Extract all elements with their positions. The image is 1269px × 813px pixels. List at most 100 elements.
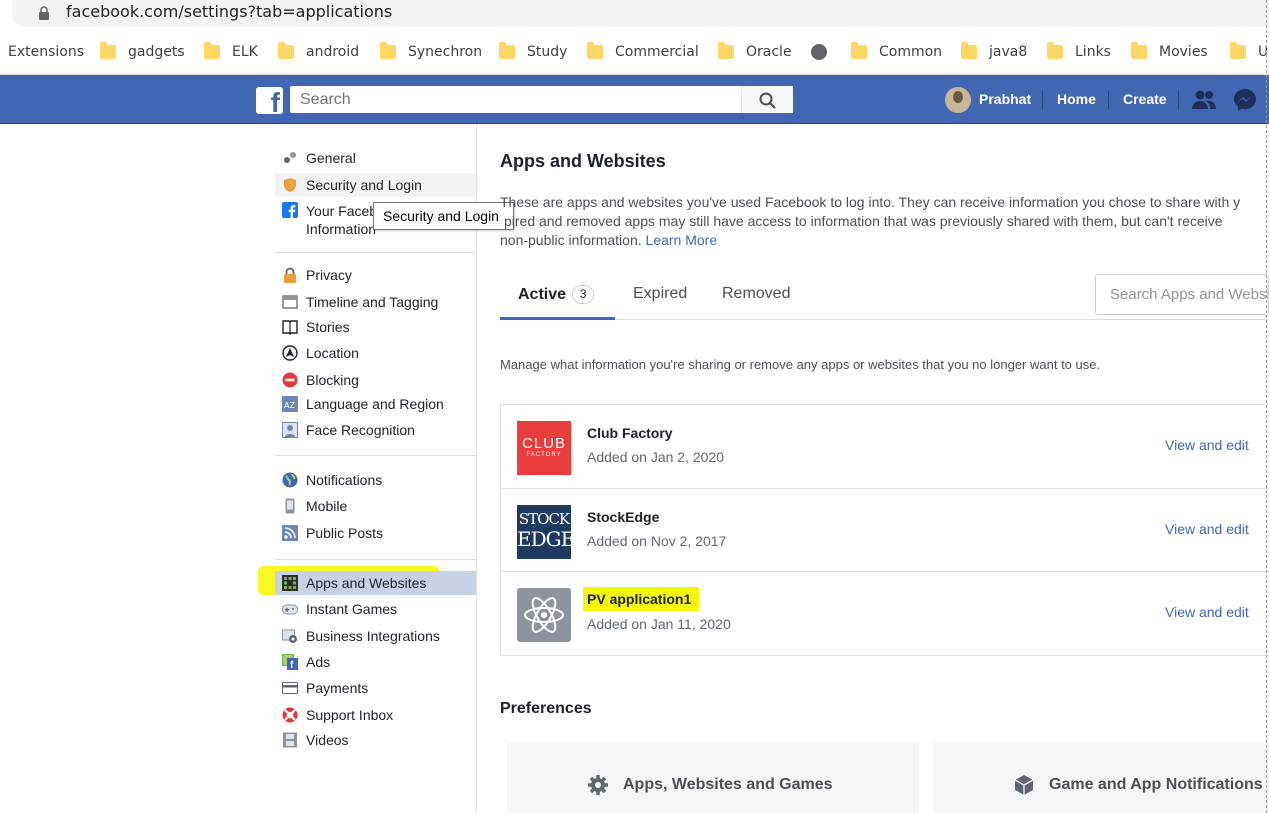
- bookmark-label: android: [306, 44, 360, 60]
- pref-card-game-app-notifications[interactable]: Game and App Notifications: [933, 743, 1269, 813]
- page-description: These are apps and websites you've used …: [500, 193, 1269, 250]
- credit-card-icon: [282, 682, 298, 694]
- preferences-heading: Preferences: [500, 700, 592, 717]
- friends-icon[interactable]: [1192, 89, 1216, 111]
- bookmark-gadgets[interactable]: gadgets: [100, 41, 185, 63]
- sidebar-item-instant-games[interactable]: Instant Games: [275, 597, 476, 621]
- globe-icon: [811, 44, 827, 60]
- lifebuoy-icon: [282, 707, 298, 723]
- bookmark-label: Commercial: [615, 44, 699, 60]
- bookmark-movies[interactable]: Movies: [1131, 41, 1208, 63]
- folder-icon: [499, 42, 515, 59]
- tab-label: Active: [518, 286, 567, 303]
- view-edit-link[interactable]: View and edit: [1165, 604, 1249, 620]
- learn-more-link[interactable]: Learn More: [646, 232, 718, 248]
- nav-divider: [1042, 91, 1043, 109]
- create-link[interactable]: Create: [1123, 91, 1167, 107]
- folder-icon: [100, 42, 116, 59]
- sidebar-item-label: Videos: [306, 732, 349, 748]
- sidebar-item-business-integrations[interactable]: Business Integrations: [275, 624, 476, 648]
- view-edit-link[interactable]: View and edit: [1165, 437, 1249, 453]
- app-name-highlighted: PV application1: [587, 591, 692, 607]
- list-item: PV application1 Added on Jan 11, 2020 Vi…: [501, 571, 1269, 654]
- view-edit-link[interactable]: View and edit: [1165, 521, 1249, 537]
- browser-address-bar: facebook.com/settings?tab=applications: [0, 0, 1269, 29]
- sidebar-item-label: Apps and Websites: [306, 575, 427, 591]
- search-input[interactable]: [290, 86, 742, 113]
- bookmark-label: ELK: [232, 44, 258, 60]
- main-content: Apps and Websites These are apps and web…: [477, 124, 1269, 813]
- pref-card-label: Game and App Notifications: [1013, 774, 1263, 796]
- gamepad-icon: [282, 604, 298, 615]
- pref-card-label: Apps, Websites and Games: [587, 774, 833, 796]
- sidebar-item-videos[interactable]: Videos: [275, 728, 476, 752]
- lock-icon: [39, 6, 49, 20]
- logo-text: CLUB: [521, 435, 566, 452]
- description-text: non-public information.: [500, 232, 642, 248]
- bookmark-globe[interactable]: [811, 41, 845, 63]
- sidebar-item-label: Instant Games: [306, 601, 398, 617]
- search-button[interactable]: [741, 86, 793, 113]
- business-gear-icon: [282, 629, 297, 643]
- bookmark-android[interactable]: android: [278, 41, 359, 63]
- tab-expired[interactable]: Expired: [633, 285, 687, 303]
- search-box: [290, 86, 793, 113]
- sidebar-item-ads[interactable]: f Ads: [275, 650, 476, 674]
- bookmark-java8[interactable]: java8: [961, 41, 1027, 63]
- logo-text: FACTORY: [526, 452, 562, 458]
- bookmark-label: Movies: [1159, 44, 1208, 60]
- avatar[interactable]: [945, 87, 971, 113]
- sidebar-item-support-inbox[interactable]: Support Inbox: [275, 703, 476, 727]
- window-edge: [1266, 0, 1267, 813]
- tab-removed[interactable]: Removed: [722, 285, 790, 303]
- bookmark-extensions[interactable]: Extensions: [8, 41, 84, 63]
- url-text[interactable]: facebook.com/settings?tab=applications: [66, 2, 392, 21]
- bookmark-links[interactable]: Links: [1047, 41, 1111, 63]
- bookmark-synechron[interactable]: Synechron: [380, 41, 482, 63]
- folder-icon: [380, 42, 396, 59]
- url-field[interactable]: facebook.com/settings?tab=applications: [12, 0, 1269, 27]
- home-link[interactable]: Home: [1057, 91, 1096, 107]
- search-icon: [759, 92, 776, 109]
- logo-text: EDGE: [517, 527, 575, 551]
- description-line: pired and removed apps may still have ac…: [504, 213, 1223, 229]
- messenger-icon[interactable]: [1233, 88, 1257, 112]
- bookmark-common[interactable]: Common: [851, 41, 942, 63]
- tab-active[interactable]: Active 3: [518, 285, 595, 304]
- nav-divider: [1108, 91, 1109, 109]
- bookmark-commercial[interactable]: Commercial: [587, 41, 699, 63]
- description-line: These are apps and websites you've used …: [500, 194, 1241, 210]
- app-added-date: Added on Nov 2, 2017: [587, 533, 727, 549]
- gear-icon: [588, 775, 608, 795]
- bookmark-oracle[interactable]: Oracle: [718, 41, 792, 63]
- facebook-logo-icon[interactable]: f: [256, 87, 283, 114]
- sidebar-item-apps-websites[interactable]: Apps and Websites: [275, 571, 476, 595]
- page-title: Apps and Websites: [500, 151, 666, 171]
- cube-icon: [1014, 775, 1034, 795]
- folder-icon: [961, 42, 977, 59]
- folder-icon: [278, 42, 294, 59]
- pref-card-apps-websites-games[interactable]: Apps, Websites and Games: [507, 743, 919, 813]
- bookmark-u[interactable]: U: [1230, 41, 1268, 63]
- bookmark-label: gadgets: [128, 44, 185, 60]
- sidebar-item-label: Payments: [306, 680, 369, 696]
- stockedge-logo: STOCK EDGE: [517, 505, 575, 559]
- folder-icon: [587, 42, 603, 59]
- folder-icon: [718, 42, 734, 59]
- nav-divider: [1178, 91, 1179, 109]
- search-apps-input[interactable]: Search Apps and Websites: [1095, 274, 1269, 315]
- bookmark-label: Links: [1075, 44, 1111, 60]
- sidebar-item-label: Support Inbox: [306, 707, 394, 723]
- bookmark-elk[interactable]: ELK: [204, 41, 258, 63]
- profile-link[interactable]: Prabhat: [979, 91, 1031, 107]
- folder-icon: [1047, 42, 1063, 59]
- app-list: CLUB FACTORY Club Factory Added on Jan 2…: [500, 404, 1269, 656]
- bookmark-label: Oracle: [746, 44, 792, 60]
- bookmark-label: Synechron: [408, 44, 483, 60]
- club-factory-logo: CLUB FACTORY: [517, 421, 571, 475]
- bookmarks-bar: Extensions gadgets ELK android Synechron…: [0, 38, 1269, 66]
- sidebar-item-label: Ads: [306, 654, 331, 670]
- film-icon: [283, 732, 297, 748]
- sidebar-item-payments[interactable]: Payments: [275, 676, 476, 700]
- bookmark-study[interactable]: Study: [499, 41, 567, 63]
